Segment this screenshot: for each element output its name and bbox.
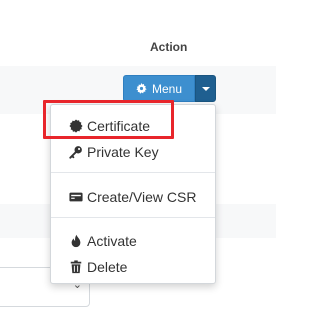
- menu-divider: [51, 172, 215, 173]
- caret-down-icon: [201, 86, 210, 91]
- action-dropdown-menu: Certificate Private Key Create/View CSR …: [50, 104, 216, 284]
- card-icon: [69, 192, 83, 202]
- menu-item-label: Activate: [87, 233, 137, 249]
- menu-item-label: Private Key: [87, 144, 159, 160]
- gear-icon: [136, 83, 147, 94]
- trash-icon: [70, 260, 82, 274]
- action-column-header: Action: [150, 40, 188, 54]
- menu-item-private-key[interactable]: Private Key: [69, 141, 159, 163]
- table-header-row: Action: [0, 0, 276, 67]
- menu-button-label: Menu: [151, 81, 183, 96]
- menu-divider: [51, 217, 215, 218]
- menu-item-label: Certificate: [87, 118, 151, 134]
- menu-button[interactable]: Menu: [123, 75, 195, 102]
- menu-item-delete[interactable]: Delete: [69, 256, 127, 278]
- menu-item-create-view-csr[interactable]: Create/View CSR: [69, 186, 196, 208]
- menu-item-activate[interactable]: Activate: [69, 230, 137, 252]
- key-icon: [69, 146, 82, 159]
- certificate-icon: [69, 119, 83, 133]
- menu-item-label: Delete: [87, 259, 128, 275]
- menu-item-label: Create/View CSR: [87, 189, 197, 205]
- menu-toggle-button[interactable]: [195, 75, 216, 102]
- action-menu-button-group: Menu: [123, 75, 216, 102]
- menu-item-certificate[interactable]: Certificate: [69, 115, 150, 137]
- fire-icon: [71, 234, 81, 248]
